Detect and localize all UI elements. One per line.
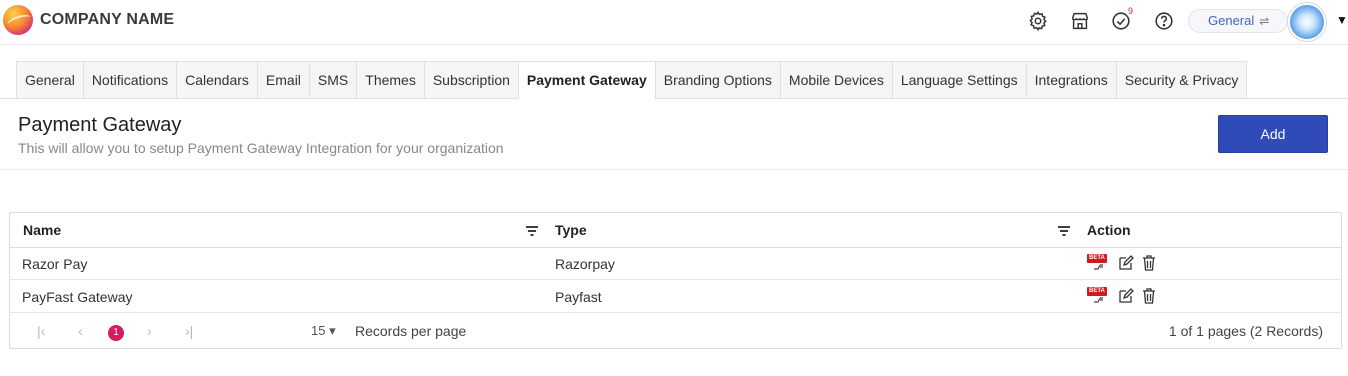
cell-type: Payfast (555, 289, 602, 305)
records-per-page-label: Records per page (355, 323, 467, 339)
notification-badge: 9 (1128, 6, 1134, 16)
page-size-select[interactable]: 15 ▾ (311, 323, 336, 339)
workspace-switcher[interactable]: General ⇌ (1188, 9, 1288, 33)
store-icon[interactable] (1069, 10, 1091, 32)
add-button[interactable]: Add (1218, 115, 1328, 153)
pager-info: 1 of 1 pages (2 Records) (1168, 323, 1323, 339)
edit-icon[interactable] (1117, 254, 1135, 272)
chevron-down-icon[interactable]: ▼ (1336, 13, 1348, 27)
workspace-label: General (1208, 13, 1255, 28)
pager-current-page[interactable]: 1 (108, 325, 124, 341)
cell-name: Razor Pay (22, 256, 88, 272)
prev-page-icon[interactable]: ‹ (78, 323, 83, 339)
cell-name: PayFast Gateway (22, 289, 133, 305)
first-page-icon[interactable]: |‹ (37, 323, 45, 339)
tab-integrations[interactable]: Integrations (1025, 61, 1116, 99)
row-actions: BETA (1087, 254, 1160, 272)
trash-icon[interactable] (1141, 287, 1157, 305)
section-divider (0, 169, 1348, 170)
tab-security-privacy[interactable]: Security & Privacy (1115, 61, 1248, 99)
tab-payment-gateway[interactable]: Payment Gateway (517, 61, 655, 99)
tab-themes[interactable]: Themes (356, 61, 424, 99)
next-page-icon[interactable]: › (147, 323, 152, 339)
tab-mobile-devices[interactable]: Mobile Devices (779, 61, 892, 99)
table-row[interactable]: PayFast Gateway Payfast BETA (10, 281, 1341, 313)
pager: |‹ ‹ 1 › ›| 15 ▾ Records per page 1 of 1… (10, 314, 1341, 349)
beta-config-button[interactable]: BETA (1087, 254, 1111, 272)
filter-icon[interactable] (525, 225, 539, 237)
tab-branding-options[interactable]: Branding Options (654, 61, 780, 99)
table-row[interactable]: Razor Pay Razorpay BETA (10, 248, 1341, 280)
tab-notifications[interactable]: Notifications (82, 61, 177, 99)
column-header-name[interactable]: Name (23, 222, 61, 238)
payment-gateway-table: Name Type Action Razor Pay Razorpay BETA… (9, 212, 1342, 349)
tab-subscription[interactable]: Subscription (423, 61, 518, 99)
gear-icon[interactable] (1027, 10, 1049, 32)
settings-tabs: General Notifications Calendars Email SMS The… (16, 61, 1248, 99)
cell-type: Razorpay (555, 256, 615, 272)
company-logo[interactable] (3, 5, 33, 35)
beta-config-button[interactable]: BETA (1087, 287, 1111, 305)
row-actions: BETA (1087, 287, 1160, 305)
tab-language-settings[interactable]: Language Settings (891, 61, 1026, 99)
plug-icon (1094, 297, 1103, 303)
tab-general[interactable]: General (16, 61, 83, 99)
last-page-icon[interactable]: ›| (185, 323, 193, 339)
column-header-type[interactable]: Type (555, 222, 587, 238)
company-name: COMPANY NAME (40, 11, 175, 28)
swap-icon: ⇌ (1259, 14, 1270, 28)
plug-icon (1094, 264, 1103, 270)
tab-sms[interactable]: SMS (308, 61, 357, 99)
table-header: Name Type Action (10, 213, 1341, 248)
column-header-action: Action (1087, 222, 1131, 238)
tab-calendars[interactable]: Calendars (176, 61, 257, 99)
avatar[interactable] (1288, 3, 1326, 41)
trash-icon[interactable] (1141, 254, 1157, 272)
help-icon[interactable] (1153, 10, 1175, 32)
page-size-value: 15 (311, 323, 326, 338)
filter-icon[interactable] (1057, 225, 1071, 237)
page-subtitle: This will allow you to setup Payment Gat… (18, 140, 504, 156)
edit-icon[interactable] (1117, 287, 1135, 305)
top-bar: COMPANY NAME 9 General ⇌ ▼ (0, 0, 1348, 45)
tab-email[interactable]: Email (256, 61, 309, 99)
page-title: Payment Gateway (18, 114, 182, 136)
